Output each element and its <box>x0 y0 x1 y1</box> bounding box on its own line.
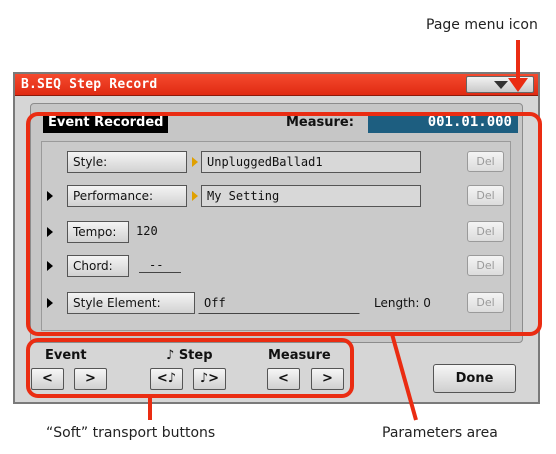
page-menu-icon-callout: Page menu icon <box>426 17 538 33</box>
parameters-area-callout: Parameters area <box>382 425 498 441</box>
chevron-down-icon <box>494 81 508 89</box>
transport-highlight <box>26 338 354 398</box>
page-menu-button[interactable] <box>466 76 534 93</box>
page-title: B.SEQ Step Record <box>21 77 158 92</box>
done-button[interactable]: Done <box>433 364 516 393</box>
soft-transport-callout: “Soft” transport buttons <box>46 425 216 441</box>
parameters-area-highlight <box>26 112 542 336</box>
title-bar: B.SEQ Step Record <box>15 74 538 96</box>
